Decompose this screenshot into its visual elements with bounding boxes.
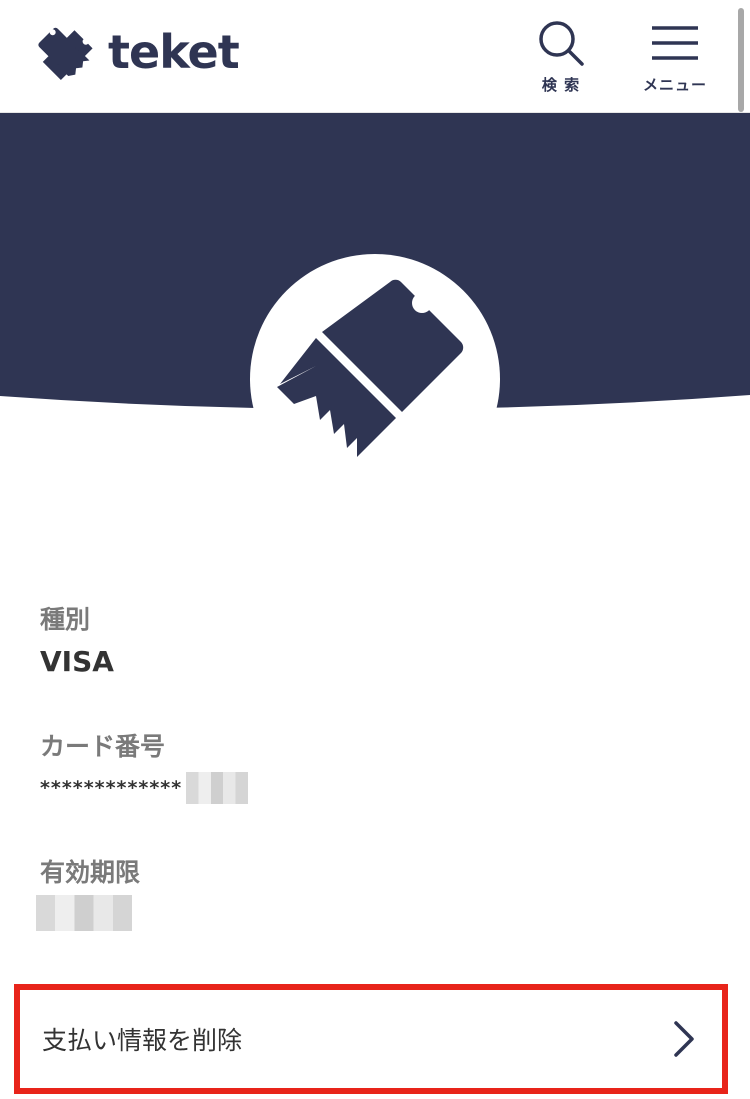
expiry-value [36,895,132,931]
scrollbar[interactable] [738,8,744,112]
chevron-right-icon [672,1019,696,1059]
card-type-value: VISA [40,645,114,678]
search-icon [539,21,584,66]
hamburger-menu-icon [652,26,698,60]
ticket-icon [277,279,464,457]
menu-label: メニュー [642,76,707,94]
card-number-value: ************* [40,772,249,804]
ticket-icon [38,27,93,81]
pixelated-card-digits [186,772,249,804]
expiry-label: 有効期限 [40,858,141,887]
delete-payment-info-button[interactable]: 支払い情報を削除 [14,984,728,1094]
search-label: 検 索 [541,76,581,94]
logo-text: teket [108,25,240,79]
menu-button[interactable]: メニュー [630,18,720,98]
teket-logo[interactable]: teket [30,18,240,86]
card-number-masked: ************* [40,777,183,799]
delete-payment-info-label: 支払い情報を削除 [42,1026,243,1055]
search-button[interactable]: 検 索 [516,18,606,98]
top-navigation-bar: teket 検 索 メニュー [0,0,750,113]
profile-avatar [250,254,500,504]
card-type-label: 種別 [40,605,91,634]
pixelated-expiry [36,895,132,931]
card-number-label: カード番号 [40,732,166,761]
